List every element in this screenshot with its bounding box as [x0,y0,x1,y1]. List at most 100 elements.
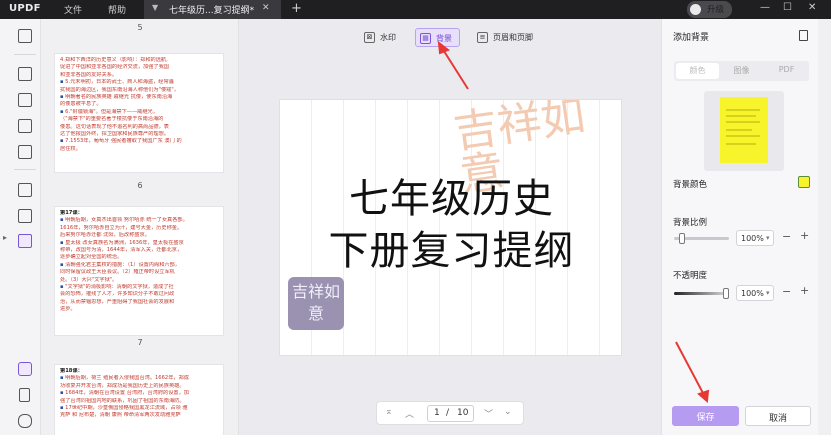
document-tab[interactable]: ▼ 七年级历...复习提纲* ✕ [144,0,281,19]
scale-value: 100% [741,234,764,243]
document-tab-title: 七年级历...复习提纲* [169,6,255,16]
panel-scrollbar[interactable] [818,19,831,435]
document-canvas: ⊠ 水印 ▦ 背景 ≡ 页眉和页脚 吉祥如意 七年级历史 下册复习提纲 吉祥如意… [239,19,661,435]
new-tab-icon[interactable]: + [291,1,302,16]
source-tabs: 颜色 图像 PDF [674,61,809,81]
thumbnail-text-line: 和亚非各国的友好关系。 [60,71,118,78]
thumbnail-page-number: 5 [137,23,143,32]
thumbnail-text-line: 居住权。 [60,145,81,152]
thumbnail-text-line: 第18课： [60,368,83,374]
opacity-select[interactable]: 100% ▾ [736,285,774,301]
opacity-slider-handle[interactable] [723,288,729,299]
page-input[interactable]: 1 / 10 [427,405,474,422]
page-tools-icon[interactable] [18,234,32,248]
opacity-increase-button[interactable]: + [800,284,809,297]
thumbnail-text-line: 明朝著名的民族英雄 戚继光 抗倭，使东南沿海 [60,94,218,101]
organize-pages-icon[interactable] [18,119,32,133]
thumbnail-text-line: 1616年，努尔哈赤自立为汗，建号大金，历史称金。 [60,224,183,231]
thumbnail-text-line: 处。（3）大兴"文字狱"。 [60,276,118,283]
thumbnail-text-line: 同时保留议政王大臣会议。（2）雍正帝时设立军机 [60,269,175,276]
maximize-icon[interactable]: ☐ [783,2,792,13]
export-icon[interactable] [799,30,808,41]
opacity-slider[interactable] [674,288,729,299]
thumbnail-text-line: 第17课： [60,210,83,216]
opacity-decrease-button[interactable]: − [782,285,791,298]
avatar [690,4,701,15]
thumbnail-text-line: 进步。 [60,306,76,313]
left-toolbar [0,19,41,435]
thumbnail-page-number: 6 [137,181,143,190]
thumbnail-text-line: （"海禁下"的重要名著于楼抗倭于东南沿海的 [60,116,164,123]
scale-slider-handle[interactable] [678,233,685,244]
form-icon[interactable] [18,145,32,159]
cancel-button[interactable]: 取消 [745,406,811,426]
comment-icon[interactable] [18,67,32,81]
thumbnail-text-line: 促进了中国和亚非各国的经济交流，加强了我国 [60,64,169,71]
reader-icon[interactable] [18,29,32,43]
panel-title: 添加背景 [673,33,710,43]
thumbnail-text-line: 6."封疆锁海"。但是海禁下——威继光， [60,109,218,116]
thumbnail-page-5[interactable]: 4.郑和下西洋的历史意义（影响）：郑和的远航, 促进了中国和亚非各国的经济交流，加… [54,53,224,173]
layers-icon[interactable] [18,362,32,376]
background-mode-label: 背景 [436,34,452,43]
edit-text-icon[interactable] [18,93,32,107]
convert-icon[interactable] [18,183,32,197]
minimize-icon[interactable]: — [760,2,770,13]
menu-file[interactable]: 文件 [64,3,82,16]
tab-pdf[interactable]: PDF [764,65,809,74]
upgrade-button[interactable]: 升级 [687,1,732,18]
thumbnail-text-line: 治，从而禁锢思想，严重阻碍了我国社会的发展和 [60,298,175,305]
opacity-label: 不透明度 [673,271,708,281]
attachment-icon[interactable] [18,414,32,428]
thumbnail-text-line: 皇太极 改女真族名为满洲，1636年，皇太极在盛京 [60,240,218,247]
header-footer-mode-button[interactable]: ≡ 页眉和页脚 [473,28,541,47]
first-page-icon[interactable]: ⌅ [385,407,393,417]
thumbnail-text-line: 7.1553年，葡萄牙 强民者攫取了我国广东 澳门 的 [60,138,218,145]
compress-icon[interactable] [18,209,32,223]
scale-label: 背景比例 [673,218,708,228]
thumbnail-page-6[interactable]: 第17课：明朝后期，女真杰出首领 努尔哈赤 统一了女真各部。1616年，努尔哈赤… [54,206,224,336]
close-window-icon[interactable]: ✕ [808,2,816,13]
scale-decrease-button[interactable]: − [782,230,791,243]
save-button[interactable]: 保存 [672,406,739,426]
bookmark-icon[interactable] [19,388,30,402]
pdf-page[interactable]: 吉祥如意 七年级历史 下册复习提纲 吉祥如意 [279,99,622,356]
watermark-mode-button[interactable]: ⊠ 水印 [360,28,403,47]
chevron-down-icon[interactable]: ▼ [152,3,158,12]
document-title-line-1: 七年级历史 [349,176,554,222]
thumbnail-text-line: 的倭患被平息了。 [60,101,102,108]
thumbnail-text-line: 达了他报国外终，捍卫国家和民族尊严的理想。 [60,131,169,138]
thumbnail-text-line: 强了台湾同祖国内地的联系，巩固了祖国的东南海防。 [60,397,185,404]
bg-color-label: 背景颜色 [673,180,708,190]
thumbnail-page-7[interactable]: 第18课：明朝后期，荷兰 殖民者入侵我国台湾。1662年，郑成功收复并开发台湾，… [54,364,224,435]
bg-color-swatch[interactable] [798,176,810,188]
close-tab-icon[interactable]: ✕ [262,3,270,13]
preview-sheet [720,97,768,163]
current-page: 1 [434,408,440,418]
next-page-icon[interactable]: ﹀ [484,407,493,420]
thumbnail-text-line: "文字狱"的消极影响：清朝的文字狱，造成了社 [60,284,218,291]
divider [14,169,36,170]
scale-slider[interactable] [674,233,729,244]
scale-select[interactable]: 100% ▾ [736,230,774,246]
thumbnail-text-line: 逐步确立起对全国的统治。 [60,254,123,261]
thumbnail-panel: 5 4.郑和下西洋的历史意义（影响）：郑和的远航, 促进了中国和亚非各国的经济交流… [41,19,239,435]
last-page-icon[interactable]: ⌄ [504,407,512,417]
tab-image[interactable]: 图像 [719,65,764,76]
thumbnail-text-line: 清朝强化君主集权的措施：（1）设置内阁和六部， [60,262,218,269]
thumbnail-text-line: 明朝后期，女真杰出首领 努尔哈赤 统一了女真各部。 [60,217,218,224]
header-footer-mode-label: 页眉和页脚 [493,33,533,42]
tab-color[interactable]: 颜色 [676,63,719,79]
menu-help[interactable]: 帮助 [108,3,126,16]
background-panel: 添加背景 颜色 图像 PDF 背景颜色 背景比例 100% ▾ − + 不透明度 [661,19,818,435]
document-title-line-2: 下册复习提纲 [328,228,575,274]
background-preview [704,91,784,171]
page-navigator: ⌅ ︿ 1 / 10 ﹀ ⌄ [376,401,524,425]
scale-increase-button[interactable]: + [800,229,809,242]
prev-page-icon[interactable]: ︿ [405,407,414,420]
thumbnail-text-line: 4.郑和下西洋的历史意义（影响）：郑和的远航, [60,57,168,63]
collapse-panel-icon[interactable]: ▸ [3,233,7,242]
divider [14,54,36,55]
watermark-icon: ⊠ [364,32,375,43]
background-mode-button[interactable]: ▦ 背景 [415,28,460,47]
